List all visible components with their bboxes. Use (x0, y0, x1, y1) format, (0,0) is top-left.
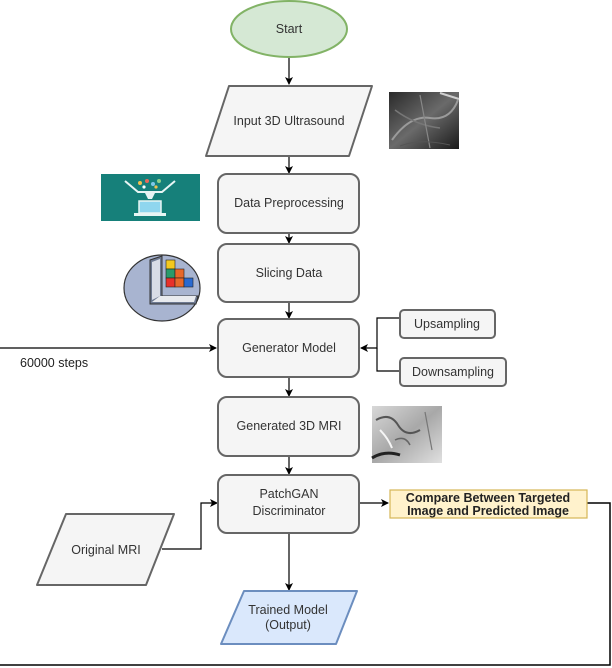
node-compare-line2: Image and Predicted Image (407, 504, 569, 518)
data-funnel-laptop-icon (101, 174, 200, 221)
node-slicing[interactable]: Slicing Data (217, 243, 360, 303)
node-start[interactable]: Start (230, 0, 348, 58)
sliced-sphere-cubes-icon (123, 254, 201, 322)
node-output-line2: (Output) (265, 618, 311, 632)
edge-label-steps: 60000 steps (20, 356, 88, 370)
ultrasound-scan-image (389, 92, 460, 149)
node-preprocess[interactable]: Data Preprocessing (217, 173, 360, 234)
node-generated[interactable]: Generated 3D MRI (217, 396, 360, 457)
node-upsampling[interactable]: Upsampling (399, 309, 496, 339)
node-output-line1: Trained Model (248, 603, 327, 617)
node-upsampling-label: Upsampling (414, 317, 480, 331)
edge-upsampling-generator (360, 317, 399, 352)
node-input-label: Input 3D Ultrasound (233, 114, 344, 128)
node-discriminator-line2: Discriminator (253, 504, 326, 518)
mri-scan-image (371, 406, 442, 463)
node-preprocess-label: Data Preprocessing (234, 196, 344, 210)
node-generated-label: Generated 3D MRI (237, 419, 342, 433)
node-downsampling[interactable]: Downsampling (399, 357, 507, 387)
node-downsampling-label: Downsampling (412, 365, 494, 379)
node-input[interactable]: Input 3D Ultrasound (205, 85, 373, 157)
node-original[interactable]: Original MRI (36, 513, 175, 586)
node-generator-label: Generator Model (242, 341, 336, 355)
flowchart: 60000 steps Start Input 3D Ultrasound Da… (0, 0, 611, 666)
node-output[interactable]: Trained Model (Output) (220, 590, 358, 645)
node-discriminator-line1: PatchGAN (259, 487, 318, 501)
node-discriminator[interactable]: PatchGAN Discriminator (217, 474, 360, 534)
node-slicing-label: Slicing Data (256, 266, 323, 280)
node-original-label: Original MRI (71, 543, 140, 557)
node-generator[interactable]: Generator Model (217, 318, 360, 378)
node-compare[interactable]: Compare Between Targeted Image and Predi… (389, 489, 588, 519)
node-start-label: Start (276, 22, 303, 36)
node-compare-line1: Compare Between Targeted (406, 491, 570, 505)
edge-downsampling-generator (376, 348, 399, 372)
